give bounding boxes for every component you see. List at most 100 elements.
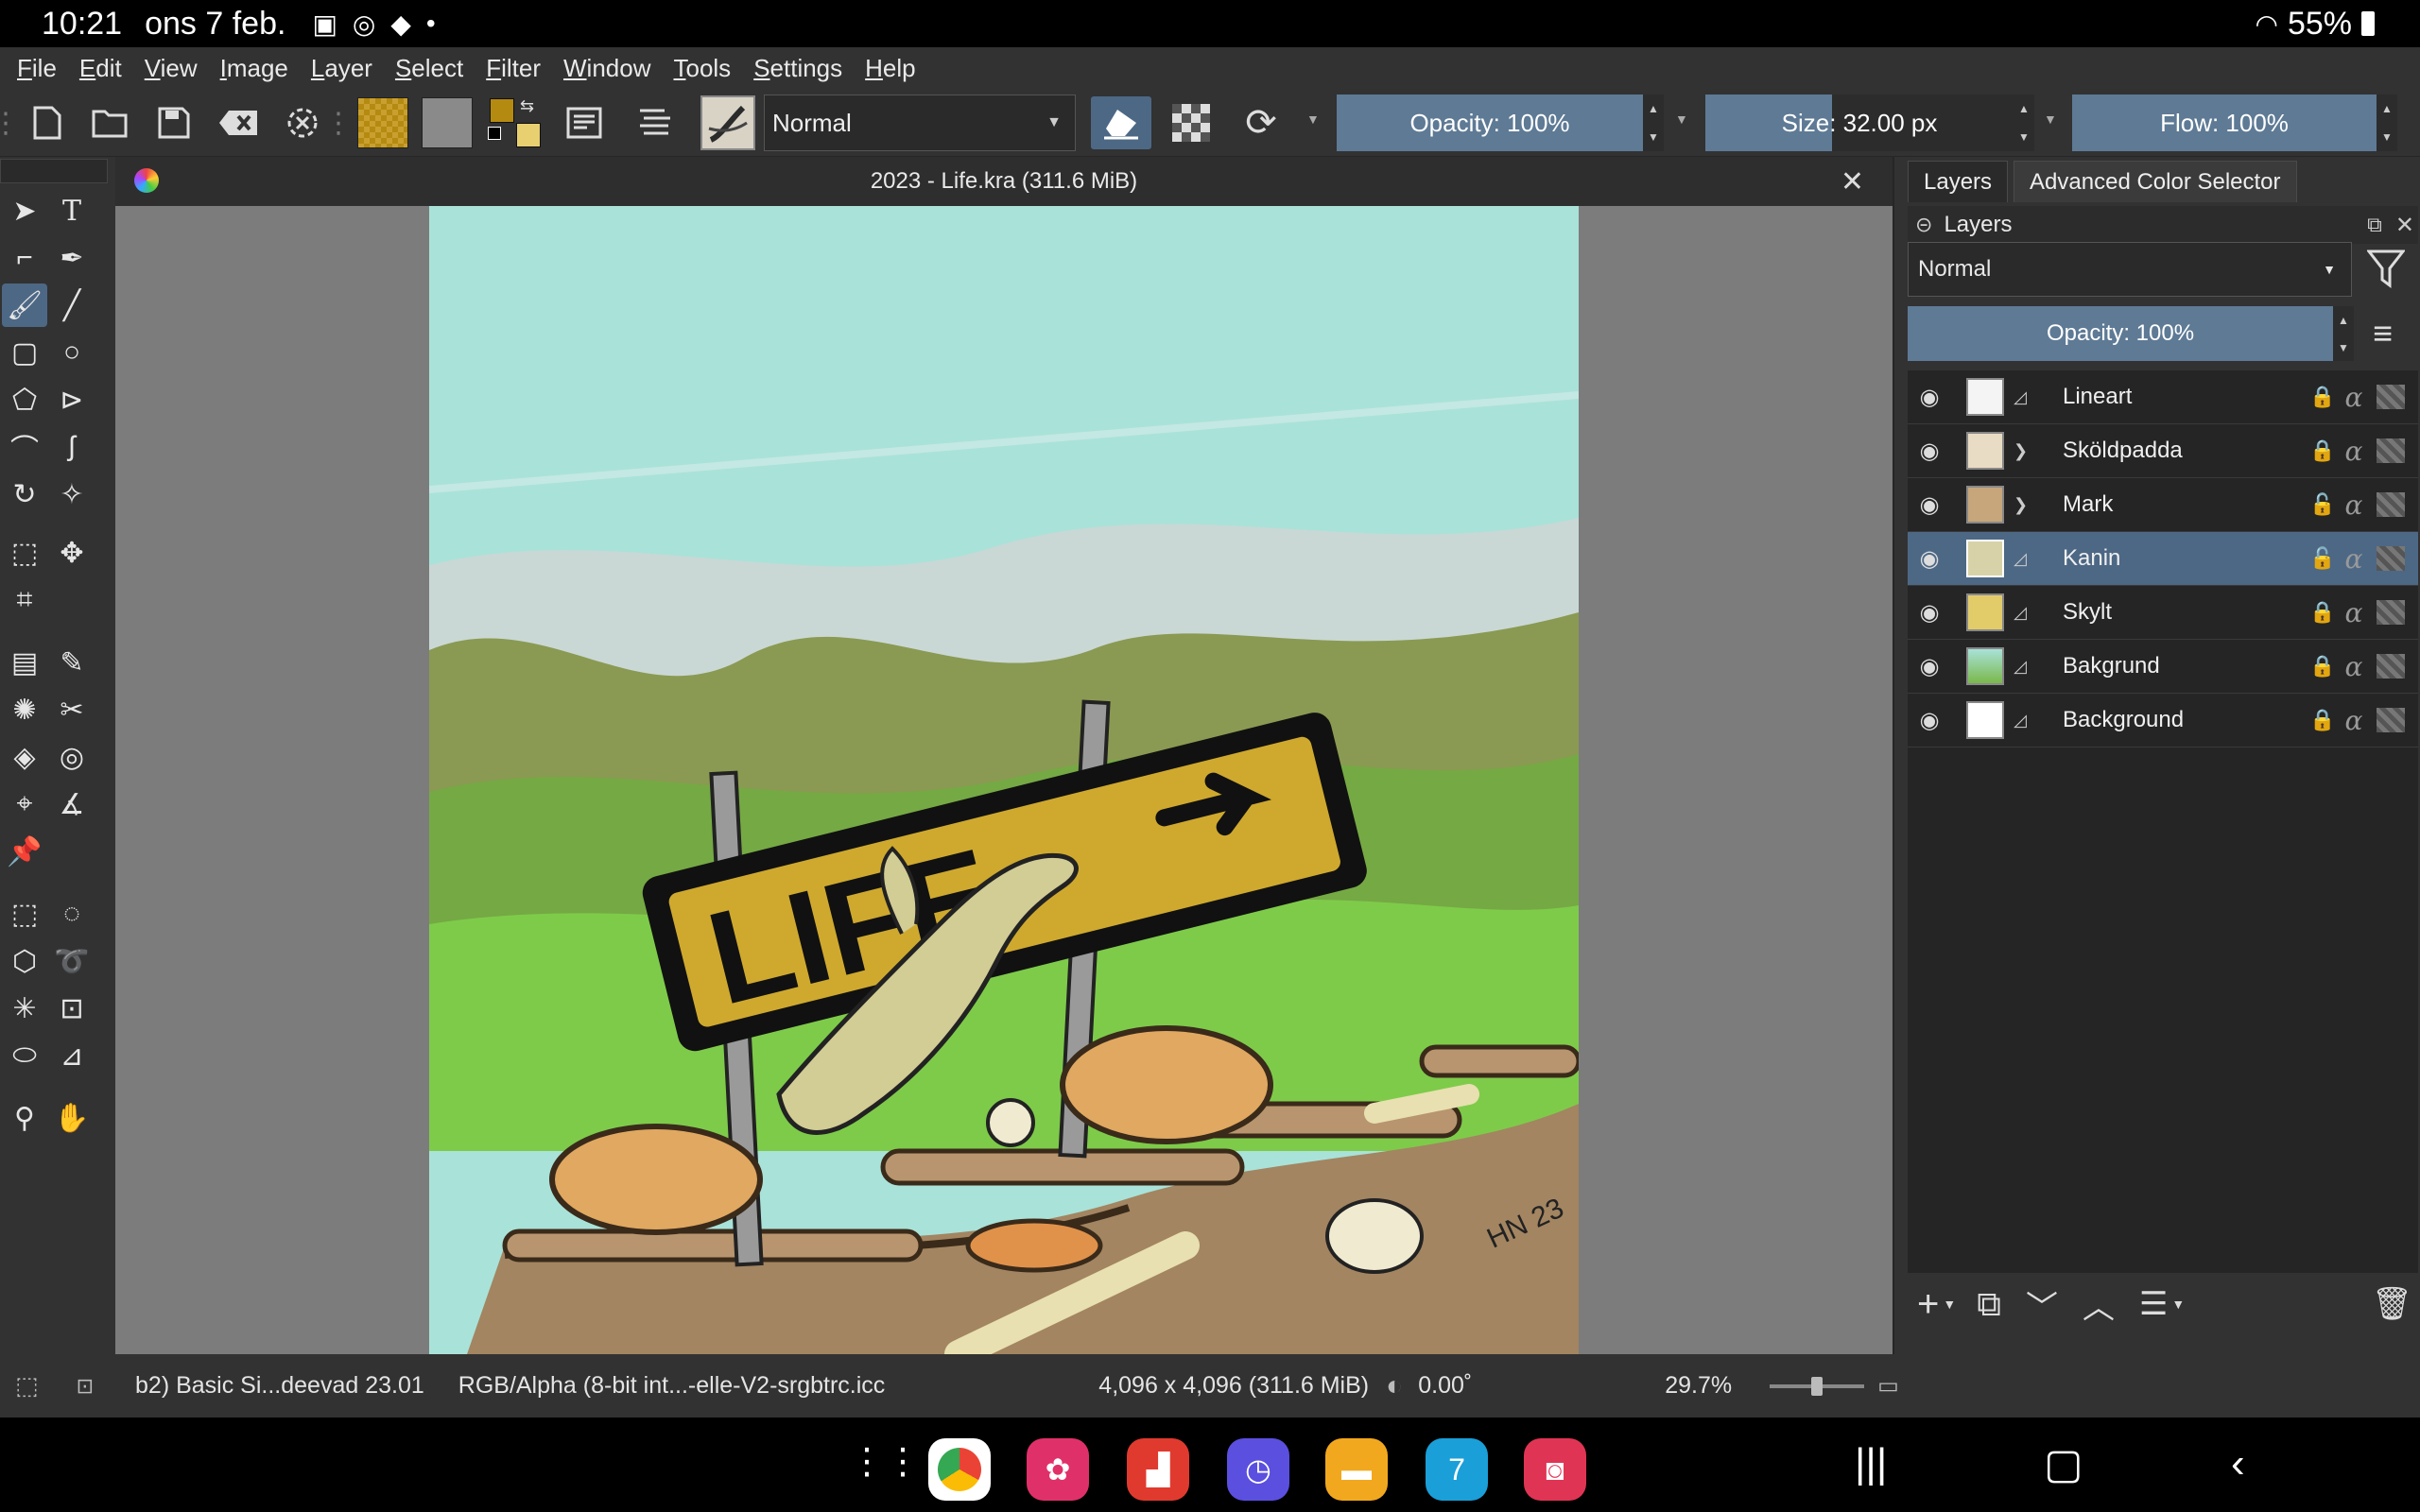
bezier-tool-icon[interactable]: ⌒ bbox=[2, 425, 47, 469]
calendar-app-icon[interactable]: 7 bbox=[1426, 1438, 1488, 1501]
layer-properties-chevron[interactable]: ▼ bbox=[2171, 1297, 2185, 1312]
polygon-select-icon[interactable]: ⬡ bbox=[2, 939, 47, 983]
layer-row[interactable]: ◉ ◿ Lineart 🔒 α bbox=[1908, 370, 2418, 424]
colorize-mask-icon[interactable]: ✺ bbox=[2, 688, 47, 731]
camera-app-icon[interactable]: ◙ bbox=[1524, 1438, 1586, 1501]
reload-preset-icon[interactable]: ⟳ bbox=[1235, 96, 1288, 149]
multibrush-icon[interactable]: ✧ bbox=[49, 472, 95, 516]
gallery-app-icon[interactable]: ✿ bbox=[1027, 1438, 1089, 1501]
visibility-eye-icon[interactable]: ◉ bbox=[1915, 491, 1944, 519]
reference-images-icon[interactable]: 📌 bbox=[2, 830, 47, 873]
gradient-tool-icon[interactable]: ▤ bbox=[2, 641, 47, 684]
alpha-lock-icon[interactable]: α bbox=[2337, 705, 2371, 736]
pattern-swatch[interactable] bbox=[422, 96, 473, 149]
freehand-select-icon[interactable]: ➰ bbox=[49, 939, 95, 983]
inherit-alpha-icon[interactable] bbox=[2377, 708, 2405, 732]
layer-row[interactable]: ◉ ◿ Bakgrund 🔒 α bbox=[1908, 640, 2418, 694]
rect-select-icon[interactable]: ⬚ bbox=[2, 892, 47, 936]
layer-row[interactable]: ◉ ◿ Skylt 🔒 α bbox=[1908, 586, 2418, 640]
ellipse-select-icon[interactable]: ◌ bbox=[49, 892, 95, 936]
rectangle-tool-icon[interactable]: ▢ bbox=[2, 331, 47, 374]
lock-icon[interactable]: 🔒 bbox=[2308, 385, 2337, 409]
transform-tool-icon[interactable]: ⬚ bbox=[2, 531, 47, 575]
menu-select[interactable]: Select bbox=[384, 54, 475, 83]
clear-icon[interactable] bbox=[212, 96, 265, 149]
enclose-fill-icon[interactable]: ◎ bbox=[49, 735, 95, 779]
tab-layers[interactable]: Layers bbox=[1908, 161, 2009, 202]
alpha-lock-icon[interactable]: α bbox=[2337, 436, 2371, 467]
save-icon[interactable] bbox=[147, 96, 200, 149]
menu-edit[interactable]: Edit bbox=[68, 54, 133, 83]
menu-layer[interactable]: Layer bbox=[300, 54, 384, 83]
open-document-icon[interactable] bbox=[83, 96, 136, 149]
lock-icon[interactable]: 🔒 bbox=[2308, 438, 2337, 463]
flow-slider[interactable]: Flow: 100% bbox=[2072, 94, 2377, 151]
lock-icon[interactable]: 🔒 bbox=[2308, 654, 2337, 679]
bezier-select-icon[interactable]: ⬭ bbox=[2, 1034, 47, 1077]
similar-select-icon[interactable]: ⊡ bbox=[49, 987, 95, 1030]
duplicate-layer-icon[interactable]: ⧉ bbox=[1977, 1284, 2001, 1325]
size-slider[interactable]: Size: 32.00 px bbox=[1705, 94, 2014, 151]
polyline-tool-icon[interactable]: ⊳ bbox=[49, 378, 95, 421]
color-swatches[interactable]: ⇆ bbox=[484, 96, 541, 149]
layer-opacity-spinner[interactable]: ▲ ▼ bbox=[2333, 306, 2354, 361]
visibility-eye-icon[interactable]: ◉ bbox=[1915, 707, 1944, 734]
edit-brush-settings-icon[interactable] bbox=[558, 96, 611, 149]
size-spinner[interactable]: ▲ ▼ bbox=[2014, 94, 2034, 151]
menu-image[interactable]: Image bbox=[209, 54, 300, 83]
notes-app-icon[interactable]: ▟ bbox=[1127, 1438, 1189, 1501]
recent-apps-button[interactable]: ||| bbox=[1855, 1440, 1887, 1487]
tab-advanced-color-selector[interactable]: Advanced Color Selector bbox=[2014, 161, 2297, 202]
opacity-spinner[interactable]: ▲ ▼ bbox=[1643, 94, 1664, 151]
move-tool-icon[interactable]: ✥ bbox=[49, 531, 95, 575]
add-layer-chevron[interactable]: ▼ bbox=[1943, 1297, 1956, 1312]
assistant-tool-icon[interactable]: ⌖ bbox=[2, 782, 47, 826]
alpha-lock-icon[interactable]: α bbox=[2337, 543, 2371, 575]
select-shapes-icon[interactable]: ➤ bbox=[2, 189, 47, 232]
layer-blend-mode-select[interactable]: Normal ▼ bbox=[1908, 242, 2352, 297]
canvas-artwork[interactable]: LIFE HN 23 bbox=[429, 206, 1579, 1354]
edit-shapes-icon[interactable]: ⌐ bbox=[2, 236, 47, 280]
reload-options-chevron[interactable]: ▼ bbox=[1306, 112, 1320, 127]
layer-row[interactable]: ◉ ❯ Sköldpadda 🔒 α bbox=[1908, 424, 2418, 478]
selection-mode-icon[interactable]: ⬚ bbox=[15, 1371, 39, 1400]
group-layer-icon[interactable]: ❯ bbox=[2014, 495, 2038, 515]
inherit-alpha-icon[interactable] bbox=[2377, 654, 2405, 679]
layer-row[interactable]: ◉ ◿ Background 🔒 α bbox=[1908, 694, 2418, 747]
inherit-alpha-icon[interactable] bbox=[2377, 492, 2405, 517]
reset-icon[interactable] bbox=[276, 96, 329, 149]
calligraphy-icon[interactable]: ✒ bbox=[49, 236, 95, 280]
flow-spinner[interactable]: ▲ ▼ bbox=[2377, 94, 2397, 151]
magnetic-select-icon[interactable]: ⊿ bbox=[49, 1034, 95, 1077]
fit-view-icon[interactable]: ⊡ bbox=[77, 1374, 94, 1399]
preserve-alpha-icon[interactable] bbox=[1165, 96, 1218, 149]
brush-preset-thumbnail[interactable] bbox=[700, 95, 756, 150]
layer-row-selected[interactable]: ◉ ◿ Kanin 🔓 α bbox=[1908, 532, 2418, 586]
layer-properties-icon[interactable]: ☰ bbox=[2139, 1285, 2168, 1323]
move-layer-down-icon[interactable]: ﹀ bbox=[2026, 1281, 2058, 1328]
smart-patch-icon[interactable]: ✂ bbox=[49, 688, 95, 731]
swap-colors-icon[interactable]: ⇆ bbox=[520, 96, 534, 116]
menu-help[interactable]: Help bbox=[854, 54, 926, 83]
polygon-tool-icon[interactable]: ⬠ bbox=[2, 378, 47, 421]
zoom-slider-handle[interactable] bbox=[1811, 1376, 1824, 1396]
visibility-eye-icon[interactable]: ◉ bbox=[1915, 653, 1944, 680]
visibility-eye-icon[interactable]: ◉ bbox=[1915, 384, 1944, 411]
inherit-alpha-icon[interactable] bbox=[2377, 600, 2405, 625]
blend-mode-select[interactable]: Normal ▼ bbox=[764, 94, 1076, 151]
zoom-tool-icon[interactable]: ⚲ bbox=[2, 1096, 47, 1140]
lock-icon[interactable]: 🔒 bbox=[2308, 708, 2337, 732]
line-tool-icon[interactable]: ╱ bbox=[49, 284, 95, 327]
alpha-lock-icon[interactable]: α bbox=[2337, 597, 2371, 628]
inherit-alpha-icon[interactable] bbox=[2377, 385, 2405, 409]
float-panel-icon[interactable]: ⧉ bbox=[2367, 213, 2382, 237]
opacity-options-chevron[interactable]: ▼ bbox=[1675, 112, 1688, 127]
lock-icon[interactable]: 🔒 bbox=[2308, 600, 2337, 625]
color-picker-icon[interactable]: ✎ bbox=[49, 641, 95, 684]
panel-lock-icon[interactable]: ⊝ bbox=[1915, 213, 1932, 237]
size-options-chevron[interactable]: ▼ bbox=[2044, 112, 2057, 127]
menu-file[interactable]: File bbox=[6, 54, 68, 83]
menu-settings[interactable]: Settings bbox=[742, 54, 854, 83]
inherit-alpha-icon[interactable] bbox=[2377, 438, 2405, 463]
menu-tools[interactable]: Tools bbox=[662, 54, 742, 83]
